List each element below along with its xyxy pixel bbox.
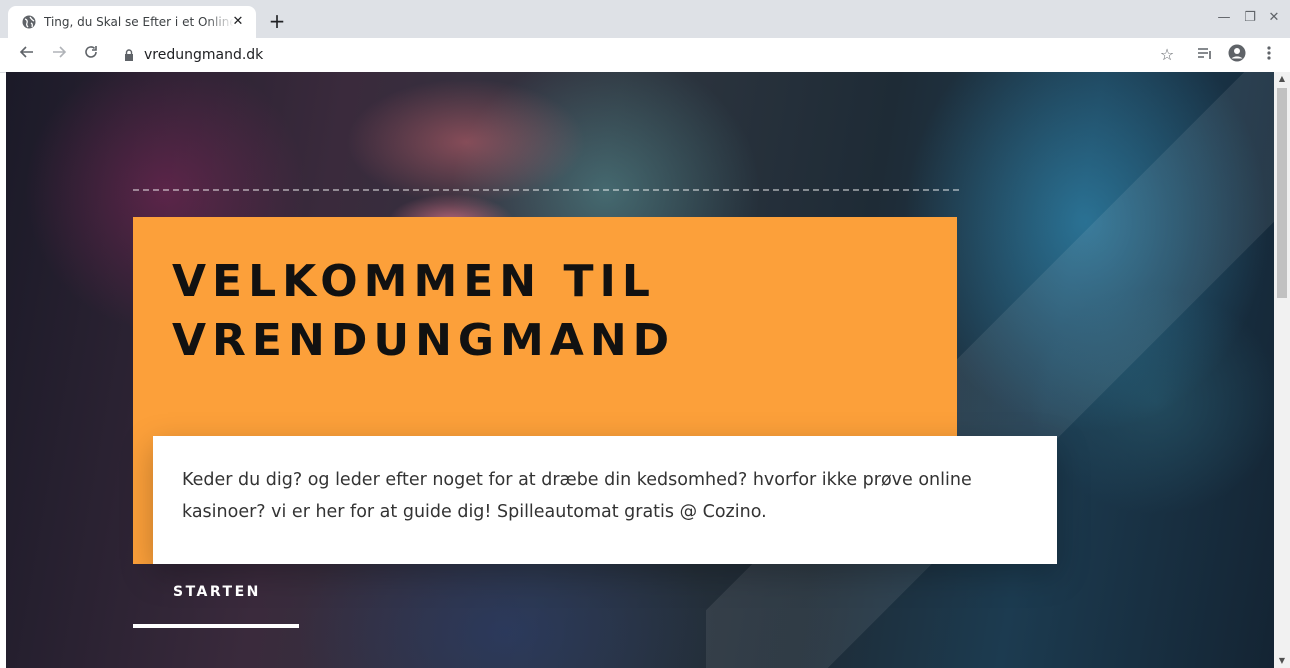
bookmark-star-icon[interactable]: ☆ (1156, 44, 1178, 66)
forward-arrow-icon[interactable] (48, 44, 70, 66)
browser-toolbar: vredungmand.dk ☆ (0, 38, 1290, 73)
scroll-down-icon[interactable]: ▼ (1274, 654, 1290, 668)
close-window-icon[interactable]: ✕ (1264, 8, 1284, 28)
kebab-menu-icon[interactable] (1258, 44, 1280, 66)
headline-line-1: VELKOMMEN TIL (172, 256, 656, 307)
globe-favicon-icon (22, 15, 36, 29)
hero-headline: VELKOMMEN TIL VRENDUNGMAND (172, 252, 932, 370)
reading-list-icon[interactable] (1194, 44, 1216, 66)
lock-icon (124, 49, 134, 61)
url-text: vredungmand.dk (144, 47, 264, 63)
minimize-icon[interactable]: — (1214, 8, 1234, 28)
start-link[interactable]: STARTEN (173, 584, 261, 600)
restore-icon[interactable]: ❐ (1240, 8, 1260, 28)
start-underline (133, 624, 299, 628)
tab-title: Ting, du Skal se Efter i et Online Casin… (44, 15, 234, 29)
hero-description: Keder du dig? og leder efter noget for a… (182, 470, 972, 522)
scroll-thumb[interactable] (1277, 88, 1287, 298)
page-scrollbar[interactable]: ▲ ▼ (1274, 72, 1290, 668)
tab-strip: Ting, du Skal se Efter i et Online Casin… (0, 0, 1290, 38)
address-bar[interactable]: vredungmand.dk (116, 43, 1176, 67)
hero-section: VELKOMMEN TIL VRENDUNGMAND Keder du dig?… (6, 72, 1274, 668)
headline-line-2: VRENDUNGMAND (172, 315, 676, 366)
profile-icon[interactable] (1226, 44, 1248, 66)
back-arrow-icon[interactable] (16, 44, 38, 66)
browser-tab[interactable]: Ting, du Skal se Efter i et Online Casin… (8, 6, 256, 38)
accent-bar (133, 436, 153, 564)
new-tab-button[interactable]: + (266, 11, 288, 33)
reload-icon[interactable] (80, 44, 102, 66)
scroll-up-icon[interactable]: ▲ (1274, 72, 1290, 86)
dashed-divider (133, 189, 959, 191)
tab-close-icon[interactable]: ✕ (230, 14, 246, 30)
